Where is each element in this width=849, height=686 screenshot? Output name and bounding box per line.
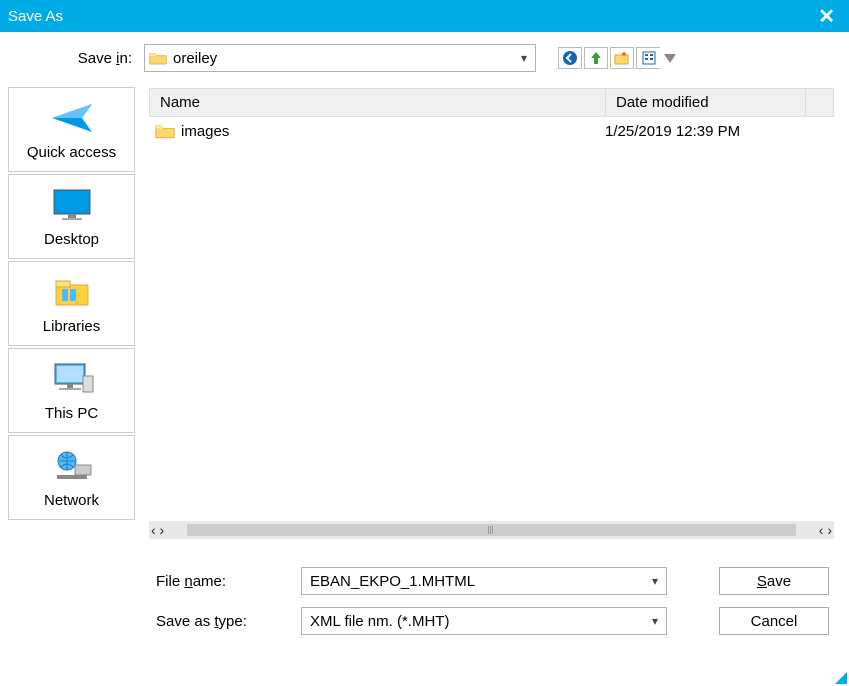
new-folder-button[interactable] — [610, 47, 634, 69]
save-in-value: oreiley — [173, 50, 521, 67]
view-menu-button[interactable] — [636, 47, 660, 69]
place-label: Network — [44, 492, 99, 509]
file-name-label: File name: — [156, 573, 301, 590]
save-in-combo[interactable]: oreiley ▾ — [144, 44, 536, 72]
nav-toolbar — [558, 47, 676, 69]
window-title: Save As — [8, 8, 63, 25]
place-libraries[interactable]: Libraries — [8, 261, 135, 346]
place-label: This PC — [45, 405, 98, 422]
place-label: Libraries — [43, 318, 101, 335]
chevron-down-icon: ▾ — [652, 574, 658, 588]
chevron-down-icon: ▾ — [521, 51, 531, 65]
file-name-value: EBAN_EKPO_1.MHTML — [310, 573, 652, 590]
row-name: images — [181, 123, 605, 140]
scroll-thumb[interactable] — [187, 524, 796, 536]
file-type-label: Save as type: — [156, 613, 301, 630]
scroll-left-arrows[interactable]: ‹ › — [149, 522, 166, 538]
scroll-right-arrows[interactable]: ‹ › — [817, 522, 834, 538]
network-icon — [47, 447, 97, 485]
back-button[interactable] — [558, 47, 582, 69]
folder-icon — [155, 122, 175, 140]
list-body[interactable]: images 1/25/2019 12:39 PM — [149, 117, 834, 517]
close-icon[interactable]: ✕ — [812, 4, 841, 29]
place-label: Desktop — [44, 231, 99, 248]
chevron-down-icon: ▾ — [652, 614, 658, 628]
list-item[interactable]: images 1/25/2019 12:39 PM — [149, 117, 834, 145]
libraries-icon — [47, 273, 97, 311]
folder-icon — [149, 50, 167, 66]
view-menu-dropdown[interactable] — [664, 54, 676, 63]
column-overflow — [806, 89, 833, 116]
row-date: 1/25/2019 12:39 PM — [605, 123, 805, 140]
file-name-input[interactable]: EBAN_EKPO_1.MHTML ▾ — [301, 567, 667, 595]
desktop-icon — [47, 186, 97, 224]
places-bar: Quick access Desktop Libraries This PC N… — [8, 87, 135, 540]
column-date[interactable]: Date modified — [606, 89, 806, 116]
save-in-label: Save in: — [14, 50, 144, 67]
cancel-button[interactable]: Cancel — [719, 607, 829, 635]
title-bar: Save As ✕ — [0, 0, 849, 32]
resize-grip[interactable] — [835, 672, 847, 684]
file-listing: Name Date modified images 1/25/2019 12:3… — [148, 87, 835, 540]
place-quick-access[interactable]: Quick access — [8, 87, 135, 172]
list-header: Name Date modified — [149, 88, 834, 117]
place-network[interactable]: Network — [8, 435, 135, 520]
horizontal-scrollbar[interactable]: ‹ › ‹ › — [149, 521, 834, 539]
file-type-value: XML file nm. (*.MHT) — [310, 613, 652, 630]
up-button[interactable] — [584, 47, 608, 69]
column-name[interactable]: Name — [150, 89, 606, 116]
place-this-pc[interactable]: This PC — [8, 348, 135, 433]
quick-access-icon — [47, 99, 97, 137]
file-type-combo[interactable]: XML file nm. (*.MHT) ▾ — [301, 607, 667, 635]
place-desktop[interactable]: Desktop — [8, 174, 135, 259]
this-pc-icon — [47, 360, 97, 398]
place-label: Quick access — [27, 144, 116, 161]
save-button[interactable]: Save — [719, 567, 829, 595]
